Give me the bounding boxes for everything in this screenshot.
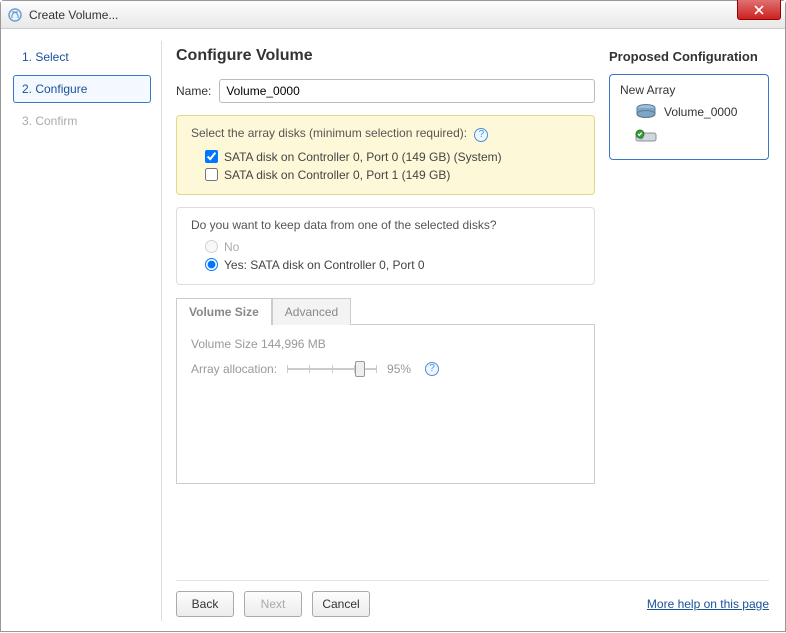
back-button[interactable]: Back — [176, 591, 234, 617]
footer: Back Next Cancel More help on this page — [176, 580, 769, 625]
disk-label-1: SATA disk on Controller 0, Port 1 (149 G… — [224, 168, 450, 182]
allocation-label: Array allocation: — [191, 362, 277, 376]
more-help-link[interactable]: More help on this page — [647, 597, 769, 611]
help-icon[interactable]: ? — [425, 362, 439, 376]
keep-no-label: No — [224, 240, 239, 254]
proposed-root: New Array — [620, 83, 758, 97]
hard-disk-icon — [634, 127, 658, 145]
allocation-value: 95% — [387, 362, 411, 376]
wizard-steps: 1. Select 2. Configure 3. Confirm — [7, 35, 157, 627]
disk-selection-title-text: Select the array disks (minimum selectio… — [191, 126, 467, 140]
keep-data-question: Do you want to keep data from one of the… — [191, 218, 580, 232]
keep-no-radio — [205, 240, 218, 253]
allocation-slider[interactable] — [287, 359, 377, 379]
tab-advanced[interactable]: Advanced — [272, 298, 351, 325]
volume-name-input[interactable] — [219, 79, 595, 103]
disk-row-1[interactable]: SATA disk on Controller 0, Port 1 (149 G… — [191, 166, 580, 184]
window-body: 1. Select 2. Configure 3. Confirm Config… — [1, 29, 785, 633]
allocation-row: Array allocation: 95% ? — [191, 359, 580, 379]
step-select[interactable]: 1. Select — [13, 43, 151, 71]
name-row: Name: — [176, 79, 595, 103]
cancel-button[interactable]: Cancel — [312, 591, 370, 617]
help-icon[interactable]: ? — [474, 128, 488, 142]
keep-yes-row[interactable]: Yes: SATA disk on Controller 0, Port 0 — [191, 256, 580, 274]
tabs: Volume Size Advanced — [176, 297, 595, 324]
tab-volume-size[interactable]: Volume Size — [176, 298, 272, 325]
keep-yes-radio[interactable] — [205, 258, 218, 271]
titlebar: Create Volume... — [1, 1, 785, 29]
proposed-volume-label: Volume_0000 — [664, 105, 737, 119]
next-button: Next — [244, 591, 302, 617]
close-button[interactable] — [737, 0, 781, 20]
center-column: Configure Volume Name: Select the array … — [176, 43, 595, 580]
keep-no-row: No — [191, 238, 580, 256]
cylinder-disk-icon — [634, 103, 658, 121]
step-configure[interactable]: 2. Configure — [13, 75, 151, 103]
app-icon — [7, 7, 23, 23]
tab-body: Volume Size 144,996 MB Array allocation:… — [176, 324, 595, 484]
proposed-volume-item: Volume_0000 — [620, 103, 758, 121]
vertical-separator — [161, 41, 162, 621]
proposed-config-box: New Array Volume_0000 — [609, 74, 769, 160]
disk-selection-title: Select the array disks (minimum selectio… — [191, 126, 580, 142]
proposed-disk-item — [620, 127, 758, 145]
keep-yes-label: Yes: SATA disk on Controller 0, Port 0 — [224, 258, 425, 272]
window-title: Create Volume... — [29, 8, 118, 22]
page-title: Configure Volume — [176, 47, 595, 65]
disk-selection-panel: Select the array disks (minimum selectio… — [176, 115, 595, 195]
slider-thumb[interactable] — [355, 361, 365, 377]
step-confirm: 3. Confirm — [13, 107, 151, 135]
proposed-column: Proposed Configuration New Array Volume_… — [609, 43, 769, 580]
name-label: Name: — [176, 84, 211, 98]
volume-size-text: Volume Size 144,996 MB — [191, 337, 580, 351]
disk-checkbox-1[interactable] — [205, 168, 218, 181]
tabs-section: Volume Size Advanced Volume Size 144,996… — [176, 297, 595, 484]
disk-label-0: SATA disk on Controller 0, Port 0 (149 G… — [224, 150, 502, 164]
disk-row-0[interactable]: SATA disk on Controller 0, Port 0 (149 G… — [191, 148, 580, 166]
main-panel: Configure Volume Name: Select the array … — [166, 35, 779, 627]
disk-checkbox-0[interactable] — [205, 150, 218, 163]
proposed-heading: Proposed Configuration — [609, 49, 769, 64]
keep-data-panel: Do you want to keep data from one of the… — [176, 207, 595, 285]
